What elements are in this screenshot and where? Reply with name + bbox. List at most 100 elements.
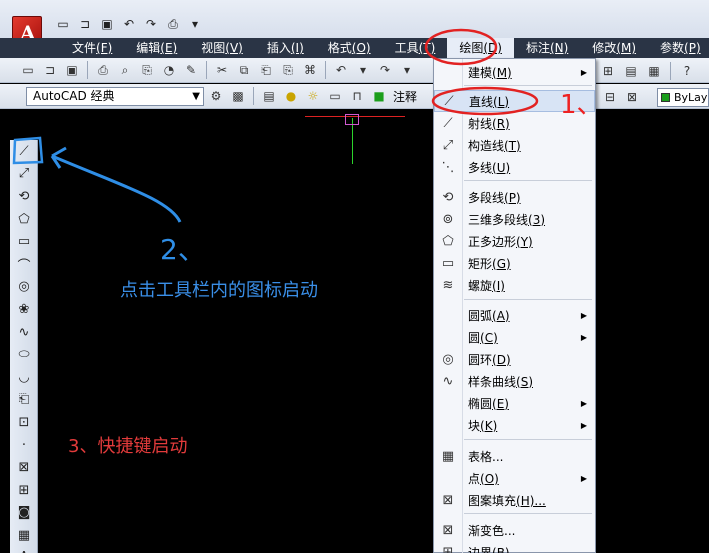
menu-item-modeling[interactable]: 建模(M) ▶ <box>434 61 595 83</box>
make-block-icon[interactable]: ⊡ <box>10 411 38 434</box>
workspace-select[interactable]: AutoCAD 经典 ▼ <box>26 86 204 106</box>
point-icon[interactable]: · <box>10 434 38 457</box>
undo-icon[interactable]: ↶ <box>331 60 351 80</box>
plot-icon[interactable]: ⎙ <box>93 60 113 80</box>
menu-dimension[interactable]: 标注(N) <box>514 38 580 58</box>
menu-tools[interactable]: 工具(T) <box>383 38 448 58</box>
customize-dropdown-icon[interactable]: ▾ <box>186 15 204 33</box>
chevron-down-icon: ▼ <box>192 90 200 102</box>
menu-separator <box>464 439 592 440</box>
layer-properties-icon[interactable]: ▤ <box>259 86 279 106</box>
layer-previous-icon[interactable]: ⊠ <box>622 87 642 107</box>
mline-icon: ⋱ <box>441 159 455 175</box>
menu-item-block[interactable]: 块(K) ▶ <box>434 414 595 436</box>
layer-lock-icon[interactable]: ⊓ <box>347 86 367 106</box>
open-icon[interactable]: ⊐ <box>40 60 60 80</box>
new-file-icon[interactable]: ▭ <box>54 15 72 33</box>
menu-view[interactable]: 视图(V) <box>189 38 255 58</box>
gradient-icon: ⊠ <box>442 522 454 538</box>
line-icon[interactable]: ⟋ <box>10 140 38 163</box>
arc-icon[interactable]: ⌒ <box>10 253 38 276</box>
publish-icon[interactable]: ⎘ <box>137 60 157 80</box>
menu-item-donut[interactable]: ◎ 圆环(D) <box>434 348 595 370</box>
draw-toolbar-vertical: ⟋ ⤢ ⟲ ⬠ ▭ ⌒ ◎ ❀ ∿ ⬭ ◡ ⎗ ⊡ · ⊠ ⊞ ◙ ▦ A <box>10 140 38 553</box>
undo-dropdown-icon[interactable]: ▾ <box>353 60 373 80</box>
sheet-set-icon[interactable]: ▤ <box>621 61 641 81</box>
menu-item-arc[interactable]: 圆弧(A) ▶ <box>434 304 595 326</box>
draw-dropdown-menu: 建模(M) ▶ ⟋ 直线(L) ⟋ 射线(R) ⤢ 构造线(T) ⋱ 多线(U) ⟲ 多段线… <box>433 58 596 553</box>
rectangle-icon[interactable]: ▭ <box>10 230 38 253</box>
menu-item-construction-line[interactable]: ⤢ 构造线(T) <box>434 134 595 156</box>
menu-item-polygon[interactable]: ⬠ 正多边形(Y) <box>434 230 595 252</box>
layer-viewport-icon[interactable]: ▭ <box>325 86 345 106</box>
copy-icon[interactable]: ⧉ <box>234 60 254 80</box>
redo-dropdown-icon[interactable]: ▾ <box>397 60 417 80</box>
table-icon[interactable]: ▦ <box>10 524 38 547</box>
menu-parametric[interactable]: 参数(P) <box>648 38 709 58</box>
region-icon[interactable]: ◙ <box>10 502 38 525</box>
insert-block-icon[interactable]: ⎗ <box>10 389 38 412</box>
menu-item-rectangle[interactable]: ▭ 矩形(G) <box>434 252 595 274</box>
ellipse-arc-icon[interactable]: ◡ <box>10 366 38 389</box>
menu-item-multiline[interactable]: ⋱ 多线(U) <box>434 156 595 178</box>
plot-preview-icon[interactable]: ⌕ <box>115 60 135 80</box>
menu-item-table[interactable]: ▦ 表格... <box>434 445 595 467</box>
workspace-settings-icon[interactable]: ⚙ <box>206 86 226 106</box>
menu-item-ellipse[interactable]: 椭圆(E) ▶ <box>434 392 595 414</box>
menu-modify[interactable]: 修改(M) <box>580 38 648 58</box>
menu-item-gradient[interactable]: ⊠ 渐变色... <box>434 519 595 541</box>
menu-item-spline[interactable]: ∿ 样条曲线(S) <box>434 370 595 392</box>
open-folder-icon[interactable]: ⊐ <box>76 15 94 33</box>
redo-icon[interactable]: ↷ <box>142 15 160 33</box>
quick-access-toolbar: ▭ ⊐ ▣ ↶ ↷ ⎙ ▾ <box>54 12 234 36</box>
hatch-icon[interactable]: ⊠ <box>10 456 38 479</box>
xline-icon[interactable]: ⤢ <box>10 163 38 186</box>
make-current-layer-icon[interactable]: ⊟ <box>600 87 620 107</box>
menu-item-3d-polyline[interactable]: ⊚ 三维多段线(3) <box>434 208 595 230</box>
cut-icon[interactable]: ✂ <box>212 60 232 80</box>
layer-freeze-sun-icon[interactable]: ☼ <box>303 86 323 106</box>
toolbar-separator <box>325 61 326 79</box>
menu-insert[interactable]: 插入(I) <box>255 38 316 58</box>
current-layer-name[interactable]: 注释 <box>393 88 417 105</box>
help-icon[interactable]: ? <box>677 61 697 81</box>
spline-icon[interactable]: ∿ <box>10 321 38 344</box>
paste-block-icon[interactable]: ⎘ <box>278 60 298 80</box>
menu-item-point[interactable]: 点(O) ▶ <box>434 467 595 489</box>
color-control-select[interactable]: ByLayer <box>657 88 709 107</box>
menu-item-helix[interactable]: ≋ 螺旋(I) <box>434 274 595 296</box>
submenu-arrow-icon: ▶ <box>580 310 587 320</box>
menu-draw[interactable]: 绘图(D) <box>447 38 514 58</box>
menu-item-boundary[interactable]: ⊞ 边界(B)... <box>434 541 595 553</box>
menu-item-polyline[interactable]: ⟲ 多段线(P) <box>434 186 595 208</box>
mtext-icon[interactable]: A <box>10 547 38 553</box>
3d-dwf-icon[interactable]: ◔ <box>159 60 179 80</box>
gradient-icon[interactable]: ⊞ <box>10 479 38 502</box>
redo-icon[interactable]: ↷ <box>375 60 395 80</box>
polygon-icon[interactable]: ⬠ <box>10 208 38 231</box>
ellipse-icon[interactable]: ⬭ <box>10 343 38 366</box>
match-properties-icon[interactable]: ⌘ <box>300 60 320 80</box>
print-icon[interactable]: ⎙ <box>164 15 182 33</box>
crosshair-pickbox <box>345 114 359 125</box>
layer-on-bulb-icon[interactable]: ● <box>281 86 301 106</box>
circle-icon[interactable]: ◎ <box>10 276 38 299</box>
polyline-icon[interactable]: ⟲ <box>10 185 38 208</box>
new-icon[interactable]: ▭ <box>18 60 38 80</box>
menu-edit[interactable]: 编辑(E) <box>124 38 189 58</box>
menu-item-hatch[interactable]: ⊠ 图案填充(H)... <box>434 489 595 511</box>
revcloud-icon[interactable]: ❀ <box>10 298 38 321</box>
tool-palettes-icon[interactable]: ⊞ <box>598 61 618 81</box>
save-icon[interactable]: ▣ <box>98 15 116 33</box>
line-icon: ⟋ <box>444 93 454 109</box>
undo-icon[interactable]: ↶ <box>120 15 138 33</box>
pencil-icon[interactable]: ✎ <box>181 60 201 80</box>
menu-format[interactable]: 格式(O) <box>316 38 383 58</box>
calculator-icon[interactable]: ▦ <box>644 61 664 81</box>
paste-icon[interactable]: ⎗ <box>256 60 276 80</box>
save-icon[interactable]: ▣ <box>62 60 82 80</box>
drawing-canvas[interactable] <box>38 110 709 553</box>
my-workspace-icon[interactable]: ▩ <box>228 86 248 106</box>
menu-file[interactable]: 文件(F) <box>60 38 124 58</box>
menu-item-circle[interactable]: 圆(C) ▶ <box>434 326 595 348</box>
